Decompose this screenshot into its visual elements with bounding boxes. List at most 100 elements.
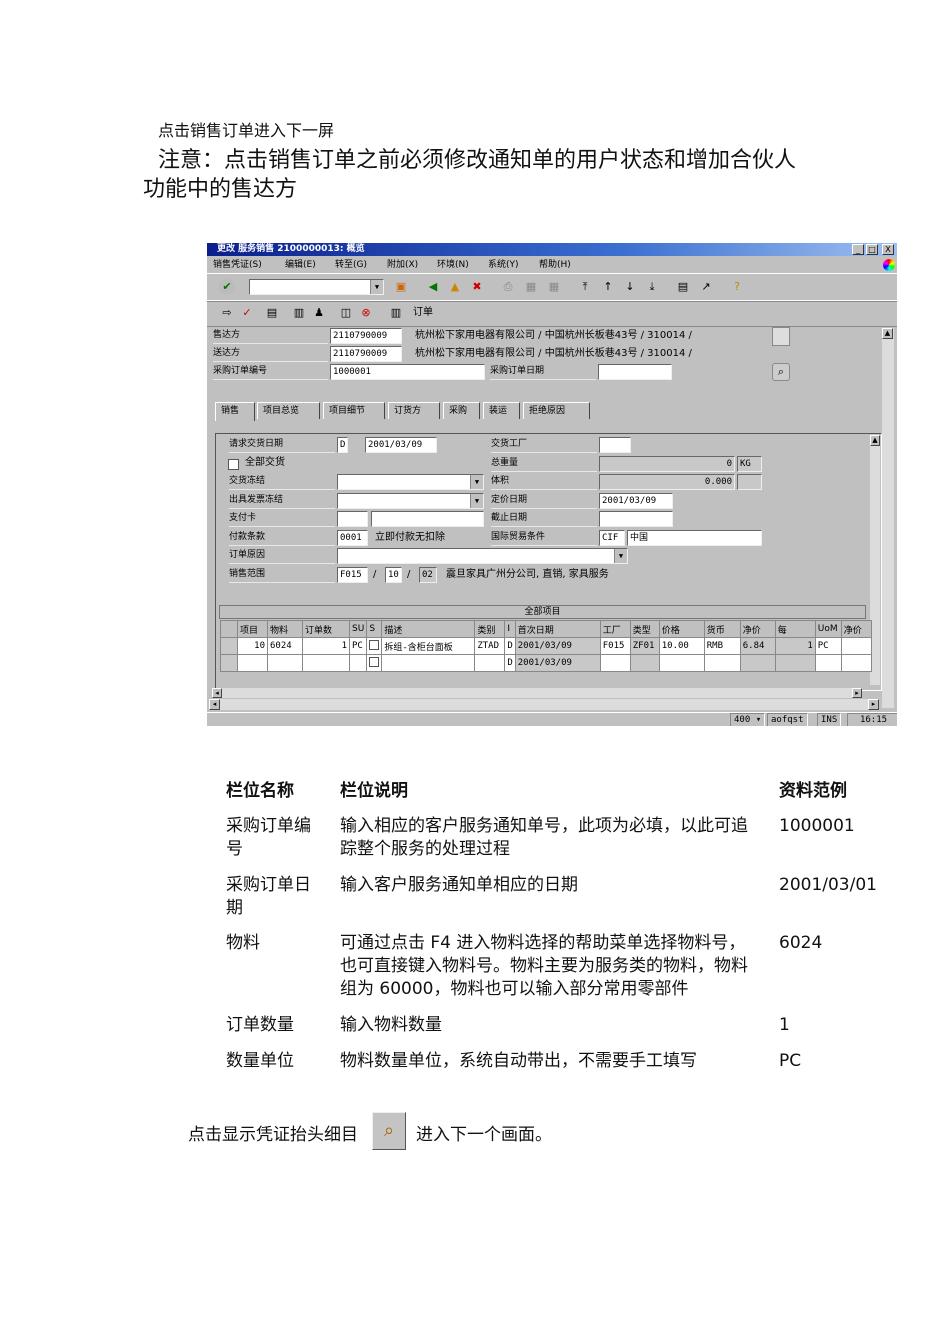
table-cell[interactable]: 1 xyxy=(302,637,350,655)
column-header[interactable]: I xyxy=(504,620,516,638)
horizontal-scrollbar[interactable]: ◂ ▸ xyxy=(209,699,879,710)
scroll-up-icon[interactable]: ▲ xyxy=(882,328,893,339)
tab-sales[interactable]: 销售 xyxy=(215,402,255,421)
column-header[interactable]: UoM xyxy=(814,620,842,638)
table-cell[interactable] xyxy=(739,654,776,672)
billing-block-select[interactable]: ▼ xyxy=(337,493,484,509)
po-date-field[interactable] xyxy=(598,364,672,380)
sold-to-field[interactable]: 2110790009 xyxy=(330,328,402,344)
chevron-down-icon[interactable]: ▼ xyxy=(614,549,627,563)
table-cell[interactable]: ZF01 xyxy=(629,637,660,655)
valid-to-field[interactable] xyxy=(599,511,673,527)
table-cell[interactable]: 拆组-含柜台面板 xyxy=(381,637,476,655)
tab-procurement[interactable]: 采购 xyxy=(443,402,480,419)
scroll-left-icon[interactable]: ◂ xyxy=(209,699,220,710)
table-cell[interactable]: RMB xyxy=(703,637,741,655)
header-details-icon[interactable]: ⌕ xyxy=(772,363,790,381)
last-page-icon[interactable]: ⤓ xyxy=(644,279,660,295)
menu-system[interactable]: 系统(Y) xyxy=(488,258,519,273)
row-selector[interactable] xyxy=(220,654,238,672)
vertical-scrollbar[interactable]: ▲ xyxy=(882,328,894,708)
row-selector[interactable] xyxy=(220,637,238,655)
checkbox[interactable] xyxy=(369,639,380,650)
table-cell[interactable]: 10.00 xyxy=(658,637,705,655)
checkbox[interactable] xyxy=(369,656,380,667)
table-cell[interactable]: PC xyxy=(348,637,368,655)
find-icon[interactable]: ▦ xyxy=(523,279,539,295)
payment-terms-field[interactable]: 0001 xyxy=(337,530,368,546)
table-horizontal-scrollbar[interactable]: ◂ ▸ xyxy=(212,688,862,698)
ship-to-field[interactable]: 2110790009 xyxy=(330,346,402,362)
command-field[interactable]: ▼ xyxy=(249,279,384,295)
tab-rejection-reason[interactable]: 拒绝原因 xyxy=(523,402,590,419)
header-icon[interactable]: ▤ xyxy=(264,305,280,321)
table-cell[interactable]: D xyxy=(504,654,516,672)
table-cell[interactable] xyxy=(774,654,816,672)
enter-check-icon[interactable]: ✔ xyxy=(219,279,235,295)
table-cell[interactable] xyxy=(348,654,368,672)
req-date-field[interactable]: 2001/03/09 xyxy=(365,437,437,453)
previous-page-icon[interactable]: ↑ xyxy=(600,279,616,295)
scroll-up-icon[interactable]: ▲ xyxy=(870,435,880,446)
layout-icon[interactable]: ▥ xyxy=(388,305,404,321)
menu-goto[interactable]: 转至(G) xyxy=(335,258,367,273)
table-cell[interactable]: D xyxy=(504,637,516,655)
plant-field[interactable] xyxy=(599,437,631,453)
sales-org-field[interactable]: F015 xyxy=(337,567,368,583)
partner-icon[interactable]: ♟ xyxy=(311,305,327,321)
table-cell[interactable] xyxy=(658,654,705,672)
create-icon[interactable]: ⇨ xyxy=(219,305,235,321)
table-cell[interactable] xyxy=(629,654,660,672)
display-icon[interactable]: ◫ xyxy=(338,305,354,321)
column-header[interactable]: 货币 xyxy=(703,620,741,638)
table-cell[interactable]: 2001/03/09 xyxy=(514,654,601,672)
incoterms-field[interactable]: CIF xyxy=(599,530,625,546)
tab-shipping[interactable]: 装运 xyxy=(483,402,520,419)
menu-help[interactable]: 帮助(H) xyxy=(539,258,571,273)
column-header[interactable]: 类型 xyxy=(629,620,660,638)
table-cell[interactable]: PC xyxy=(814,637,842,655)
shortcut-icon[interactable]: ↗ xyxy=(698,279,714,295)
column-header[interactable]: 每 xyxy=(774,620,816,638)
column-header[interactable]: 价格 xyxy=(658,620,705,638)
table-cell[interactable] xyxy=(302,654,350,672)
table-cell[interactable]: F015 xyxy=(599,637,631,655)
close-button[interactable]: X xyxy=(882,244,894,255)
incoterms-location-field[interactable]: 中国 xyxy=(627,530,762,546)
column-header[interactable]: 首次日期 xyxy=(514,620,601,638)
complete-delivery-checkbox[interactable] xyxy=(228,459,239,470)
scroll-right-icon[interactable]: ▸ xyxy=(852,688,862,698)
first-page-icon[interactable]: ⤒ xyxy=(577,279,593,295)
distribution-channel-field[interactable]: 10 xyxy=(385,567,402,583)
column-header[interactable]: 描述 xyxy=(381,620,476,638)
table-cell[interactable] xyxy=(840,654,872,672)
pricing-date-field[interactable]: 2001/03/09 xyxy=(599,493,673,509)
column-header[interactable]: 订单数 xyxy=(302,620,350,638)
exit-icon[interactable]: ▲ xyxy=(447,279,463,295)
delivery-block-select[interactable]: ▼ xyxy=(337,474,484,490)
menu-extras[interactable]: 附加(X) xyxy=(387,258,418,273)
table-cell[interactable] xyxy=(703,654,741,672)
table-cell[interactable] xyxy=(267,654,303,672)
table-row[interactable]: 10 6024 1 PC 拆组-含柜台面板 ZTAD D 2001/03/09 F015 ZF01… xyxy=(220,637,872,655)
table-cell[interactable] xyxy=(814,654,842,672)
tab-ordering-party[interactable]: 订货方 xyxy=(388,402,440,419)
po-number-field[interactable]: 1000001 xyxy=(330,364,485,380)
column-header[interactable]: 净价 xyxy=(739,620,776,638)
new-session-icon[interactable]: ▤ xyxy=(675,279,691,295)
column-header[interactable]: 净价 xyxy=(840,620,872,638)
chevron-down-icon[interactable]: ▼ xyxy=(370,280,383,294)
order-reason-select[interactable]: ▼ xyxy=(337,548,628,564)
table-cell[interactable] xyxy=(381,654,476,672)
status-checkbox-cell[interactable] xyxy=(366,654,383,672)
menu-environment[interactable]: 环境(N) xyxy=(437,258,469,273)
chevron-down-icon[interactable]: ▼ xyxy=(470,475,483,489)
cancel-icon[interactable]: ✖ xyxy=(469,279,485,295)
help-icon[interactable]: ? xyxy=(729,279,745,295)
scroll-right-icon[interactable]: ▸ xyxy=(868,699,879,710)
column-header[interactable]: 类别 xyxy=(474,620,506,638)
table-cell[interactable] xyxy=(599,654,631,672)
save-icon[interactable]: ▣ xyxy=(393,279,409,295)
table-row[interactable]: D 2001/03/09 xyxy=(220,654,872,672)
column-header[interactable]: S xyxy=(366,620,383,638)
